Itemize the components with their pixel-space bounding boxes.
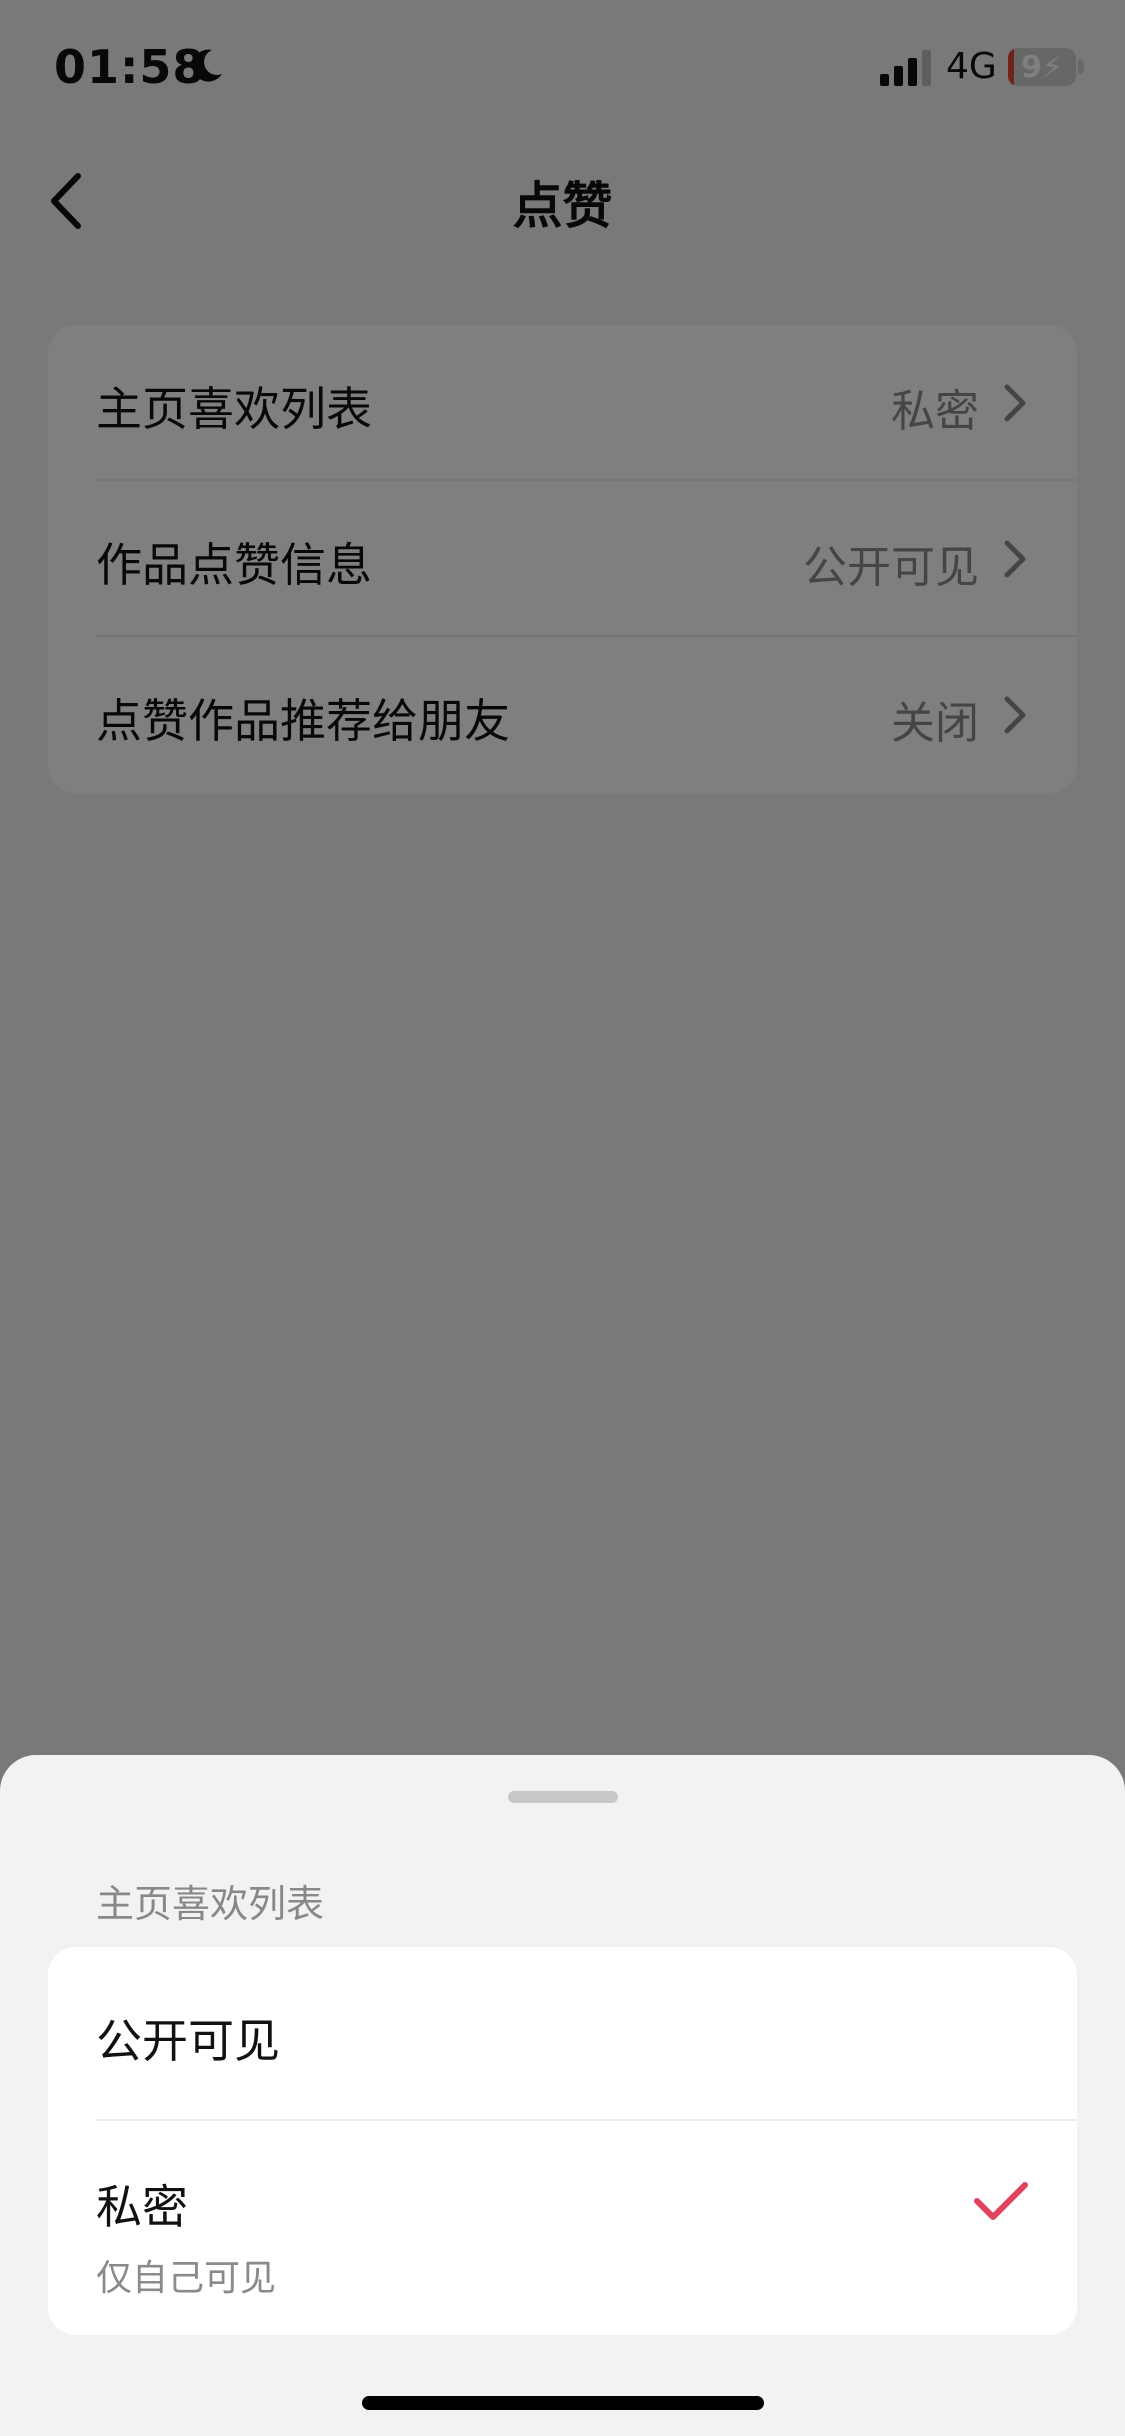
option-public[interactable]: 公开可见 bbox=[48, 1947, 1077, 2120]
option-sublabel: 仅自己可见 bbox=[96, 2258, 277, 2299]
option-label: 公开可见 bbox=[96, 2014, 280, 2068]
sheet-drag-handle[interactable] bbox=[508, 1791, 618, 1803]
sheet-title: 主页喜欢列表 bbox=[96, 1882, 325, 1926]
option-private[interactable]: 私密 仅自己可见 bbox=[48, 2121, 1077, 2335]
option-label: 私密 bbox=[96, 2180, 188, 2234]
checkmark-icon bbox=[974, 2182, 1028, 2220]
bottom-sheet: 主页喜欢列表 公开可见 私密 仅自己可见 bbox=[0, 1755, 1125, 2436]
options-card: 公开可见 私密 仅自己可见 bbox=[48, 1947, 1077, 2335]
home-indicator[interactable] bbox=[362, 2396, 764, 2410]
